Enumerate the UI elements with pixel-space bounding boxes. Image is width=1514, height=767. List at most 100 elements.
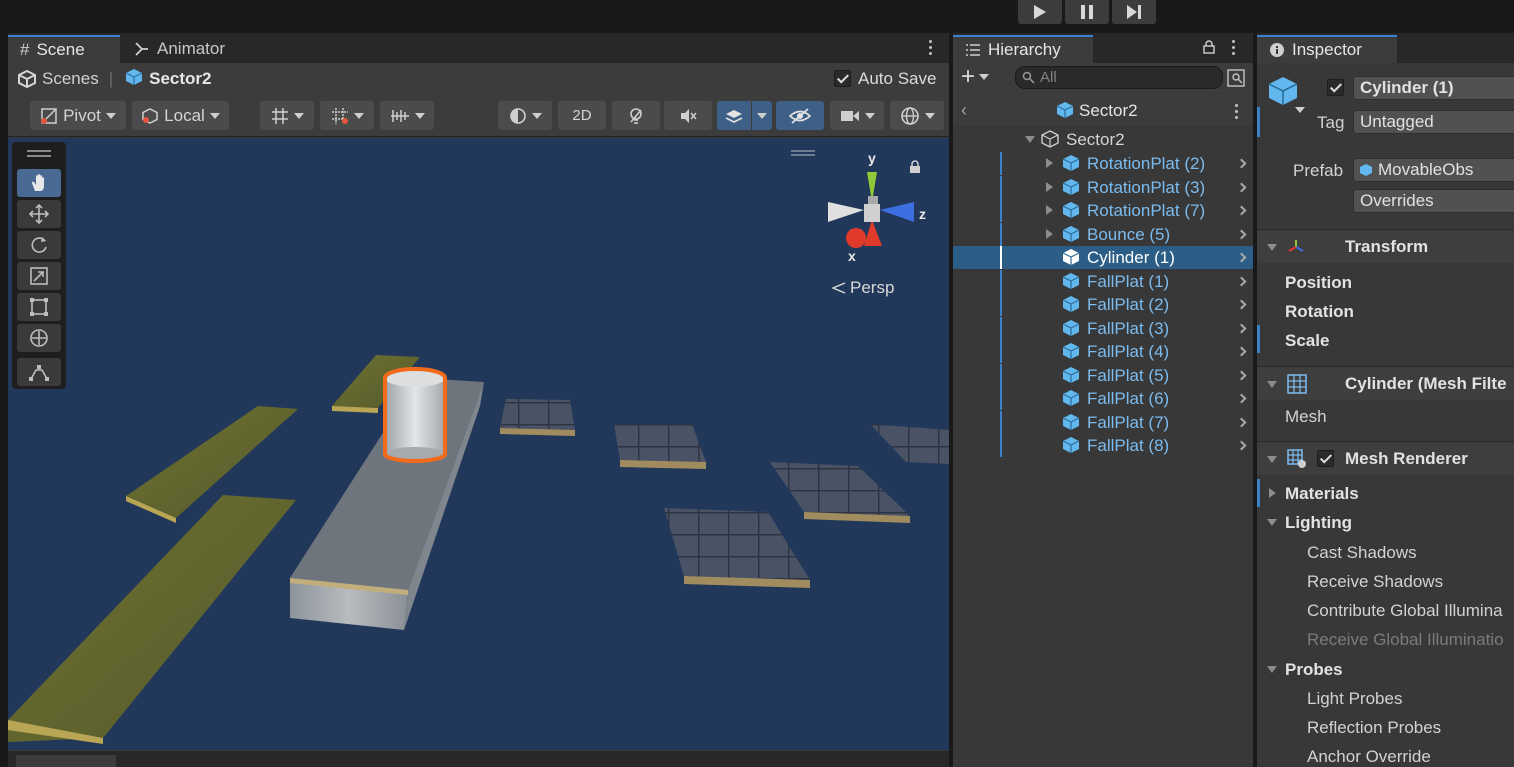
open-prefab-chevron-icon[interactable] [1236, 252, 1247, 263]
tab-scene[interactable]: # Scene [8, 35, 120, 63]
ruler-dropdown[interactable] [380, 101, 434, 130]
open-prefab-chevron-icon[interactable] [1236, 229, 1247, 239]
hierarchy-search-input[interactable]: All [1015, 66, 1223, 89]
expand-arrow-icon[interactable] [1046, 181, 1053, 192]
expand-arrow-icon[interactable] [1025, 136, 1035, 143]
collapse-arrow-icon[interactable] [1267, 519, 1277, 526]
search-options-icon[interactable] [1227, 69, 1245, 87]
open-prefab-chevron-icon[interactable] [1236, 370, 1247, 380]
hierarchy-item[interactable]: RotationPlat (3) [953, 175, 1253, 199]
cast-shadows-label[interactable]: Cast Shadows [1307, 543, 1417, 563]
collapse-arrow-icon[interactable] [1267, 381, 1277, 388]
receive-shadows-label[interactable]: Receive Shadows [1307, 572, 1443, 592]
rotation-label[interactable]: Rotation [1285, 302, 1354, 322]
step-button[interactable] [1112, 0, 1156, 24]
projection-toggle[interactable]: Persp [832, 278, 894, 298]
open-prefab-chevron-icon[interactable] [1236, 393, 1247, 404]
hierarchy-item[interactable]: FallPlat (6) [953, 387, 1253, 410]
light-probes-label[interactable]: Light Probes [1307, 689, 1402, 709]
anchor-override-label[interactable]: Anchor Override [1307, 747, 1431, 767]
hierarchy-item[interactable]: FallPlat (3) [953, 316, 1253, 340]
scale-label[interactable]: Scale [1285, 331, 1329, 351]
effects-toggle[interactable] [717, 101, 751, 130]
mesh-filter-component-header[interactable]: Cylinder (Mesh Filte [1257, 366, 1514, 400]
open-prefab-chevron-icon[interactable] [1236, 346, 1247, 357]
drag-handle-icon[interactable] [27, 150, 51, 152]
breadcrumb-current[interactable]: Sector2 [149, 69, 211, 89]
expand-arrow-icon[interactable] [1046, 205, 1053, 215]
camera-dropdown[interactable] [830, 101, 884, 130]
local-dropdown[interactable]: Local [132, 101, 229, 130]
hierarchy-item[interactable]: FallPlat (5) [953, 363, 1253, 387]
transform-tool[interactable] [17, 324, 61, 352]
lighting-foldout[interactable]: Lighting [1285, 513, 1352, 533]
prefab-asset-field[interactable]: MovableObs [1353, 158, 1514, 182]
transform-component-header[interactable]: Transform [1257, 229, 1514, 263]
breadcrumb-scenes[interactable]: Scenes [42, 69, 99, 89]
pause-button[interactable] [1065, 0, 1109, 24]
hierarchy-item[interactable]: RotationPlat (2) [953, 152, 1253, 175]
tag-dropdown[interactable]: Untagged [1353, 110, 1514, 134]
icon-dropdown[interactable] [1295, 107, 1305, 113]
scene-viewport[interactable]: y z x Persp [8, 138, 949, 750]
collapse-arrow-icon[interactable] [1267, 456, 1277, 463]
tab-hierarchy[interactable]: Hierarchy [953, 35, 1093, 63]
scene-visibility-toggle[interactable] [776, 101, 824, 130]
probes-foldout[interactable]: Probes [1285, 660, 1343, 680]
open-prefab-chevron-icon[interactable] [1236, 158, 1247, 169]
hierarchy-item[interactable]: RotationPlat (7) [953, 199, 1253, 222]
scene-menu-button[interactable] [929, 40, 933, 58]
hand-tool[interactable] [17, 169, 61, 197]
lock-icon[interactable] [1203, 40, 1215, 54]
move-tool[interactable] [17, 200, 61, 228]
tab-game[interactable] [16, 755, 116, 767]
open-prefab-chevron-icon[interactable] [1236, 299, 1247, 310]
hierarchy-item[interactable]: FallPlat (4) [953, 340, 1253, 363]
open-prefab-chevron-icon[interactable] [1236, 440, 1247, 451]
hierarchy-item[interactable]: FallPlat (8) [953, 434, 1253, 457]
create-dropdown[interactable]: + [961, 65, 990, 89]
scene-context-menu[interactable] [1235, 104, 1239, 122]
mesh-renderer-enabled-checkbox[interactable] [1317, 450, 1334, 467]
hierarchy-item[interactable]: FallPlat (1) [953, 269, 1253, 293]
position-label[interactable]: Position [1285, 273, 1352, 293]
lock-icon[interactable] [909, 160, 921, 174]
active-checkbox[interactable] [1327, 79, 1344, 96]
expand-arrow-icon[interactable] [1046, 228, 1053, 239]
overrides-dropdown[interactable]: Overrides [1353, 189, 1514, 213]
collapse-arrow-icon[interactable] [1267, 244, 1277, 251]
tree-root-item[interactable]: Sector2 [953, 128, 1253, 151]
draw-mode-dropdown[interactable] [498, 101, 552, 130]
tab-animator[interactable]: Animator [122, 35, 237, 63]
increment-snap-dropdown[interactable] [320, 101, 374, 130]
open-prefab-chevron-icon[interactable] [1236, 417, 1247, 427]
hierarchy-item[interactable]: Cylinder (1) [953, 246, 1253, 269]
object-name-field[interactable]: Cylinder (1) [1353, 76, 1514, 100]
lighting-toggle[interactable] [612, 101, 660, 130]
reflection-probes-label[interactable]: Reflection Probes [1307, 718, 1441, 738]
collapse-arrow-icon[interactable] [1267, 666, 1277, 673]
back-arrow-icon[interactable]: ‹ [961, 100, 967, 121]
open-prefab-chevron-icon[interactable] [1236, 182, 1247, 192]
open-prefab-chevron-icon[interactable] [1236, 205, 1247, 216]
effects-dropdown[interactable] [752, 101, 772, 130]
rect-tool[interactable] [17, 293, 61, 321]
rotate-tool[interactable] [17, 231, 61, 259]
play-button[interactable] [1018, 0, 1062, 24]
audio-toggle[interactable] [664, 101, 712, 130]
contribute-gi-label[interactable]: Contribute Global Illumina [1307, 601, 1503, 621]
2d-toggle[interactable]: 2D [558, 101, 606, 130]
hierarchy-item[interactable]: FallPlat (7) [953, 410, 1253, 434]
pivot-dropdown[interactable]: Pivot [30, 101, 126, 130]
expand-arrow-icon[interactable] [1269, 488, 1276, 498]
expand-arrow-icon[interactable] [1046, 158, 1053, 168]
overlay-drag-handle[interactable] [791, 150, 815, 152]
tab-inspector[interactable]: Inspector [1257, 35, 1397, 63]
mesh-label[interactable]: Mesh [1285, 407, 1327, 427]
auto-save-checkbox[interactable] [834, 70, 851, 87]
open-prefab-chevron-icon[interactable] [1236, 323, 1247, 333]
mesh-renderer-component-header[interactable]: Mesh Renderer [1257, 441, 1514, 475]
hierarchy-menu-button[interactable] [1232, 40, 1236, 58]
scale-tool[interactable] [17, 262, 61, 290]
materials-foldout[interactable]: Materials [1285, 484, 1359, 504]
